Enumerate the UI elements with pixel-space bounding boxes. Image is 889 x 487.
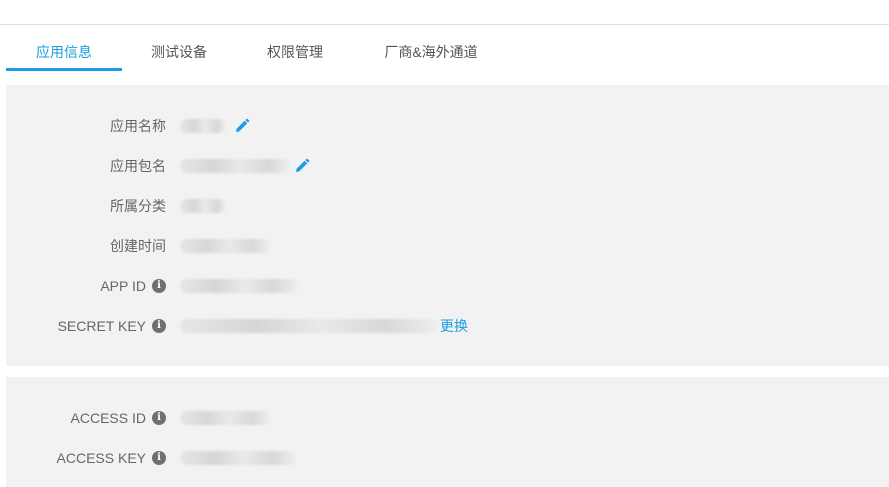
info-icon[interactable]: i: [152, 319, 166, 333]
created-time-value: [180, 236, 270, 256]
row-app-id: APP ID i: [6, 276, 889, 296]
info-icon[interactable]: i: [152, 411, 166, 425]
secret-key-value: 更换: [180, 316, 468, 336]
tab-permissions[interactable]: 权限管理: [258, 35, 332, 71]
created-time-label: 创建时间: [110, 238, 166, 254]
row-created-time: 创建时间: [6, 236, 889, 256]
category-masked-value: [180, 199, 226, 213]
access-id-label-group: ACCESS ID i: [71, 408, 166, 428]
category-value: [180, 196, 226, 216]
row-app-name: 应用名称: [6, 116, 889, 136]
info-icon[interactable]: i: [152, 451, 166, 465]
access-key-label-group: ACCESS KEY i: [57, 448, 166, 468]
access-id-label: ACCESS ID: [70, 410, 146, 426]
change-secret-key-link[interactable]: 更换: [440, 316, 468, 336]
secret-key-masked-value: [180, 319, 438, 333]
app-name-masked-value: [180, 119, 226, 133]
tab-test-devices[interactable]: 测试设备: [142, 35, 216, 71]
tab-app-info[interactable]: 应用信息: [6, 35, 122, 71]
tab-bar: 应用信息 测试设备 权限管理 厂商&海外通道: [6, 35, 876, 71]
app-name-label: 应用名称: [110, 118, 166, 134]
row-category: 所属分类: [6, 196, 889, 216]
created-time-masked-value: [180, 239, 270, 253]
pencil-icon[interactable]: [294, 158, 310, 174]
access-panel: ACCESS ID i ACCESS KEY i: [6, 377, 889, 487]
access-key-value: [180, 448, 296, 468]
package-name-masked-value: [180, 159, 290, 173]
app-id-value: [180, 276, 298, 296]
info-icon[interactable]: i: [152, 279, 166, 293]
access-id-value: [180, 408, 270, 428]
access-key-label: ACCESS KEY: [56, 450, 146, 466]
access-key-masked-value: [180, 451, 296, 465]
row-access-id: ACCESS ID i: [6, 408, 889, 428]
app-name-value: [180, 116, 250, 136]
pencil-icon[interactable]: [234, 118, 250, 134]
secret-key-label: SECRET KEY: [57, 318, 146, 334]
app-id-label-group: APP ID i: [100, 276, 166, 296]
app-info-panel: 应用名称 应用包名 所属分类 创建时间 APP ID i SECRET KEY …: [6, 85, 889, 366]
package-name-value: [180, 156, 310, 176]
tab-vendor-overseas-channel[interactable]: 厂商&海外通道: [376, 35, 486, 71]
top-divider: [0, 24, 889, 25]
app-id-masked-value: [180, 279, 298, 293]
package-name-label: 应用包名: [110, 158, 166, 174]
row-package-name: 应用包名: [6, 156, 889, 176]
row-secret-key: SECRET KEY i 更换: [6, 316, 889, 336]
category-label: 所属分类: [110, 198, 166, 214]
row-access-key: ACCESS KEY i: [6, 448, 889, 468]
secret-key-label-group: SECRET KEY i: [58, 316, 166, 336]
app-id-label: APP ID: [100, 278, 146, 294]
access-id-masked-value: [180, 411, 270, 425]
